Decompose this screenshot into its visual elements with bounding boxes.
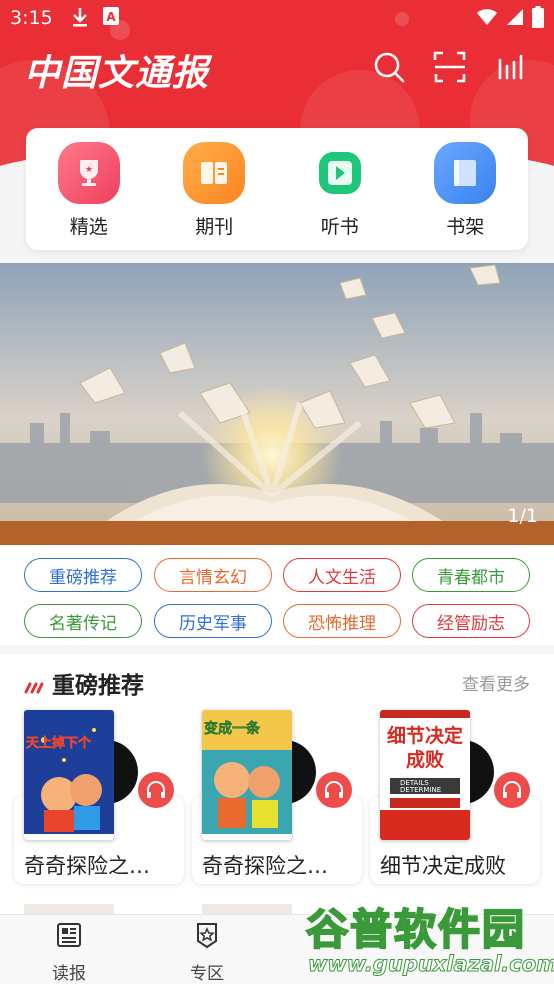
quicknav-item-journal[interactable]: 期刊: [174, 142, 254, 239]
download-icon: [70, 6, 90, 33]
chart-icon[interactable]: [494, 50, 528, 84]
banner-counter: 1/1: [507, 505, 538, 527]
tag-label: 历史军事: [179, 613, 247, 634]
quicknav-label: 精选: [69, 216, 108, 238]
banner-carousel[interactable]: 1/1: [0, 263, 554, 545]
book-cover-subtitle: DETAILS DETERMINE: [400, 779, 442, 794]
book-card[interactable]: 细节决定成败 DETAILS DETERMINE 细节决定成败: [370, 710, 540, 888]
book-cover: 细节决定成败 DETAILS DETERMINE: [380, 710, 470, 840]
tag-label: 青春都市: [437, 567, 505, 588]
book-card[interactable]: 天上掉下个 奇奇探险之…: [14, 710, 184, 888]
nav-label: 专区: [190, 964, 224, 984]
svg-text:★: ★: [85, 165, 93, 175]
play-icon: [309, 142, 371, 204]
headphones-icon[interactable]: [316, 772, 352, 808]
signal-icon: [506, 8, 524, 31]
nav-item-zone[interactable]: 专区: [167, 921, 247, 984]
book-card[interactable]: 变成一条 奇奇探险之…: [192, 710, 362, 888]
watermark-url: www.gupuxlazal.com: [307, 952, 554, 977]
quicknav-item-featured[interactable]: ★ 精选: [49, 142, 129, 239]
book-cover-text: 变成一条: [204, 721, 261, 738]
book-title: 奇奇探险之…: [202, 854, 328, 878]
scan-icon[interactable]: [433, 50, 467, 84]
featured-section: 重磅推荐 查看更多 天上掉下个 奇奇探险之… 变成一条 奇奇探险之… 细节决定成…: [0, 654, 554, 914]
tag-label: 经管励志: [437, 613, 505, 634]
book-cover: 变成一条: [202, 710, 292, 840]
book-cover-text: 细节决定成败: [386, 725, 463, 771]
nav-item-read[interactable]: 读报: [29, 921, 109, 984]
watermark: 谷普软件园 www.gupuxlazal.com: [300, 896, 554, 984]
book-title: 奇奇探险之…: [24, 854, 150, 878]
wifi-icon: [476, 8, 498, 31]
category-tags: 重磅推荐 言情玄幻 人文生活 青春都市 名著传记 历史军事 恐怖推理 经管励志: [0, 545, 554, 645]
quicknav-label: 听书: [320, 216, 359, 238]
section-mark-icon: [24, 676, 44, 700]
tag-label: 言情玄幻: [179, 567, 247, 588]
tag-item[interactable]: 名著传记: [24, 604, 142, 638]
headphones-icon[interactable]: [494, 772, 530, 808]
badge-icon: [193, 921, 221, 953]
bookshelf-icon: [434, 142, 497, 204]
book-cover-text: 天上掉下个: [26, 736, 92, 752]
battery-icon: [532, 6, 544, 33]
svg-text:A: A: [106, 10, 116, 24]
tag-item[interactable]: 青春都市: [412, 558, 530, 592]
tag-item[interactable]: 历史军事: [154, 604, 272, 638]
status-bar: 3:15 A: [0, 0, 554, 38]
quicknav-label: 书架: [446, 216, 485, 238]
tag-label: 重磅推荐: [49, 567, 117, 588]
nav-label: 读报: [52, 964, 86, 984]
watermark-title: 谷普软件园: [305, 904, 527, 955]
banner-image: [0, 263, 554, 545]
tag-item[interactable]: 恐怖推理: [283, 604, 401, 638]
quicknav-label: 期刊: [195, 216, 234, 238]
search-icon[interactable]: [372, 50, 406, 84]
quick-nav: ★ 精选 期刊 听书 书架: [26, 128, 528, 250]
book-cover: 天上掉下个: [24, 710, 114, 840]
status-time: 3:15: [10, 7, 53, 29]
trophy-icon: ★: [57, 142, 120, 204]
tag-item[interactable]: 人文生活: [283, 558, 401, 592]
see-more-link[interactable]: 查看更多: [462, 670, 530, 695]
book-title: 细节决定成败: [380, 854, 506, 878]
newspaper-icon: [55, 921, 83, 953]
quicknav-item-audiobook[interactable]: 听书: [300, 142, 380, 239]
tag-item[interactable]: 重磅推荐: [24, 558, 142, 592]
journal-icon: [183, 142, 246, 204]
tag-item[interactable]: 言情玄幻: [154, 558, 272, 592]
app-logo: 中国文通报: [24, 52, 210, 94]
font-icon: A: [102, 6, 120, 33]
section-title: 重磅推荐: [52, 673, 144, 699]
headphones-icon[interactable]: [138, 772, 174, 808]
tag-item[interactable]: 经管励志: [412, 604, 530, 638]
quicknav-item-bookshelf[interactable]: 书架: [425, 142, 505, 239]
tag-label: 人文生活: [308, 567, 376, 588]
tag-label: 恐怖推理: [308, 613, 376, 634]
tag-label: 名著传记: [49, 613, 117, 634]
